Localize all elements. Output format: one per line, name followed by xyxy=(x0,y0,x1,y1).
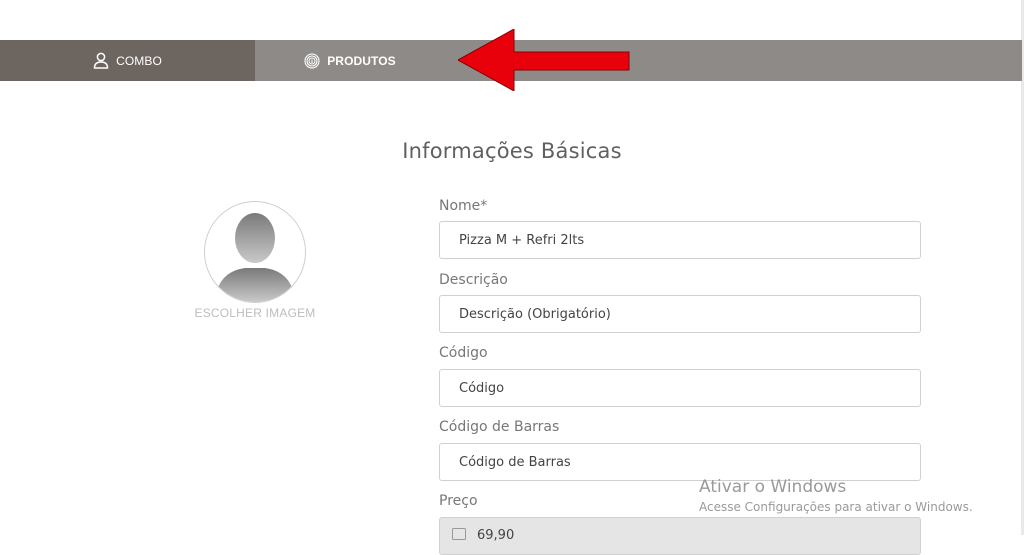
money-icon xyxy=(452,527,466,545)
windows-activation-watermark: Ativar o Windows Acesse Configurações pa… xyxy=(699,477,973,514)
preco-value: 69,90 xyxy=(477,528,515,543)
tab-produtos[interactable]: PRODUTOS xyxy=(255,40,445,81)
descricao-label: Descrição xyxy=(439,272,508,288)
red-arrow-annotation xyxy=(458,29,630,91)
fingerprint-icon xyxy=(304,52,320,69)
nome-label: Nome* xyxy=(439,198,488,214)
watermark-title: Ativar o Windows xyxy=(699,477,847,497)
person-silhouette-icon xyxy=(215,213,295,302)
user-icon xyxy=(93,52,109,69)
codigo-barras-label: Código de Barras xyxy=(439,419,560,435)
descricao-input[interactable] xyxy=(439,295,921,333)
preco-input[interactable]: 69,90 xyxy=(439,517,921,555)
section-title: Informações Básicas xyxy=(402,139,622,163)
tab-combo[interactable]: COMBO xyxy=(0,40,255,81)
codigo-barras-input[interactable] xyxy=(439,443,921,481)
choose-image-label[interactable]: ESCOLHER IMAGEM xyxy=(160,306,350,320)
codigo-label: Código xyxy=(439,345,488,361)
watermark-subtitle: Acesse Configurações para ativar o Windo… xyxy=(699,500,973,514)
tab-combo-label: COMBO xyxy=(116,53,162,68)
tab-produtos-label: PRODUTOS xyxy=(327,53,396,68)
preco-label: Preço xyxy=(439,493,478,509)
codigo-input[interactable] xyxy=(439,369,921,407)
avatar-picker[interactable] xyxy=(204,201,306,303)
nome-input[interactable] xyxy=(439,221,921,259)
